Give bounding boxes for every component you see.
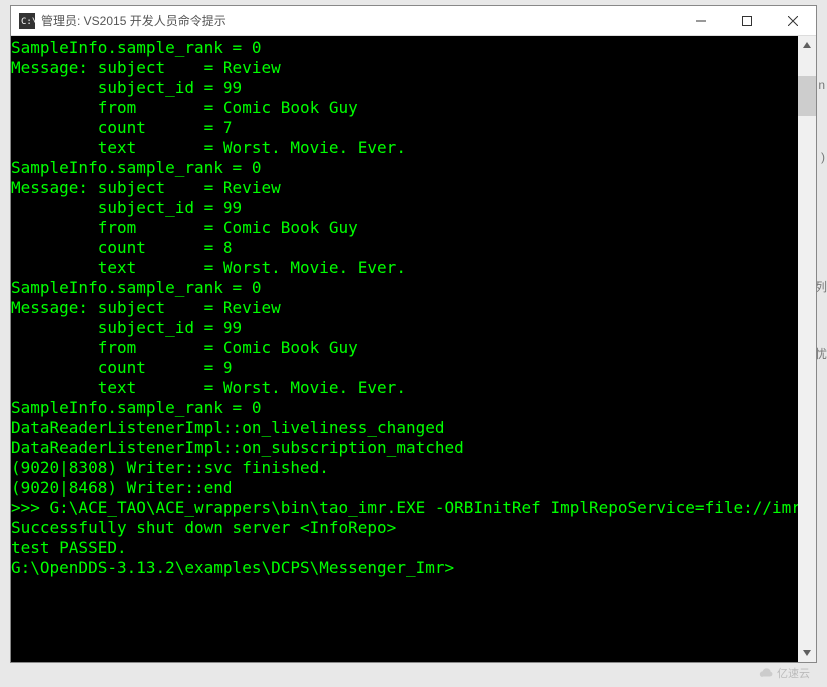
- watermark-logo: 亿速云: [759, 663, 819, 683]
- console-line: SampleInfo.sample_rank = 0: [11, 278, 798, 298]
- watermark-text: 亿速云: [777, 665, 810, 681]
- console-line: count = 8: [11, 238, 798, 258]
- console-line: subject_id = 99: [11, 318, 798, 338]
- console-line: (9020|8468) Writer::end: [11, 478, 798, 498]
- console-line: text = Worst. Movie. Ever.: [11, 138, 798, 158]
- console-output[interactable]: SampleInfo.sample_rank = 0Message: subje…: [11, 36, 798, 662]
- console-line: DataReaderListenerImpl::on_liveliness_ch…: [11, 418, 798, 438]
- console-line: from = Comic Book Guy: [11, 218, 798, 238]
- console-line: text = Worst. Movie. Ever.: [11, 258, 798, 278]
- minimize-button[interactable]: [678, 6, 724, 36]
- titlebar[interactable]: C:\ 管理员: VS2015 开发人员命令提示: [11, 6, 816, 36]
- console-line: G:\OpenDDS-3.13.2\examples\DCPS\Messenge…: [11, 558, 798, 578]
- console-area: SampleInfo.sample_rank = 0Message: subje…: [11, 36, 816, 662]
- scroll-up-button[interactable]: [798, 36, 816, 54]
- console-line: Message: subject = Review: [11, 178, 798, 198]
- console-line: count = 9: [11, 358, 798, 378]
- bg-text-fragment: n: [818, 78, 825, 92]
- scroll-thumb[interactable]: [798, 76, 816, 116]
- vertical-scrollbar[interactable]: [798, 36, 816, 662]
- console-line: from = Comic Book Guy: [11, 98, 798, 118]
- console-line: text = Worst. Movie. Ever.: [11, 378, 798, 398]
- console-line: Message: subject = Review: [11, 298, 798, 318]
- maximize-button[interactable]: [724, 6, 770, 36]
- console-line: subject_id = 99: [11, 198, 798, 218]
- window-controls: [678, 6, 816, 36]
- console-line: DataReaderListenerImpl::on_subscription_…: [11, 438, 798, 458]
- terminal-window: C:\ 管理员: VS2015 开发人员命令提示 SampleInfo.samp…: [10, 5, 817, 663]
- console-line: test PASSED.: [11, 538, 798, 558]
- console-line: Successfully shut down server <InfoRepo>: [11, 518, 798, 538]
- svg-text:C:\: C:\: [21, 17, 35, 27]
- console-line: count = 7: [11, 118, 798, 138]
- console-line: Message: subject = Review: [11, 58, 798, 78]
- window-title: 管理员: VS2015 开发人员命令提示: [41, 12, 678, 29]
- console-line: subject_id = 99: [11, 78, 798, 98]
- scroll-down-button[interactable]: [798, 644, 816, 662]
- console-line: from = Comic Book Guy: [11, 338, 798, 358]
- console-line: >>> G:\ACE_TAO\ACE_wrappers\bin\tao_imr.…: [11, 498, 798, 518]
- console-line: (9020|8308) Writer::svc finished.: [11, 458, 798, 478]
- close-button[interactable]: [770, 6, 816, 36]
- bg-text-fragment: ): [821, 150, 825, 164]
- console-line: SampleInfo.sample_rank = 0: [11, 398, 798, 418]
- console-line: SampleInfo.sample_rank = 0: [11, 158, 798, 178]
- console-line: SampleInfo.sample_rank = 0: [11, 38, 798, 58]
- cmd-icon: C:\: [19, 13, 35, 29]
